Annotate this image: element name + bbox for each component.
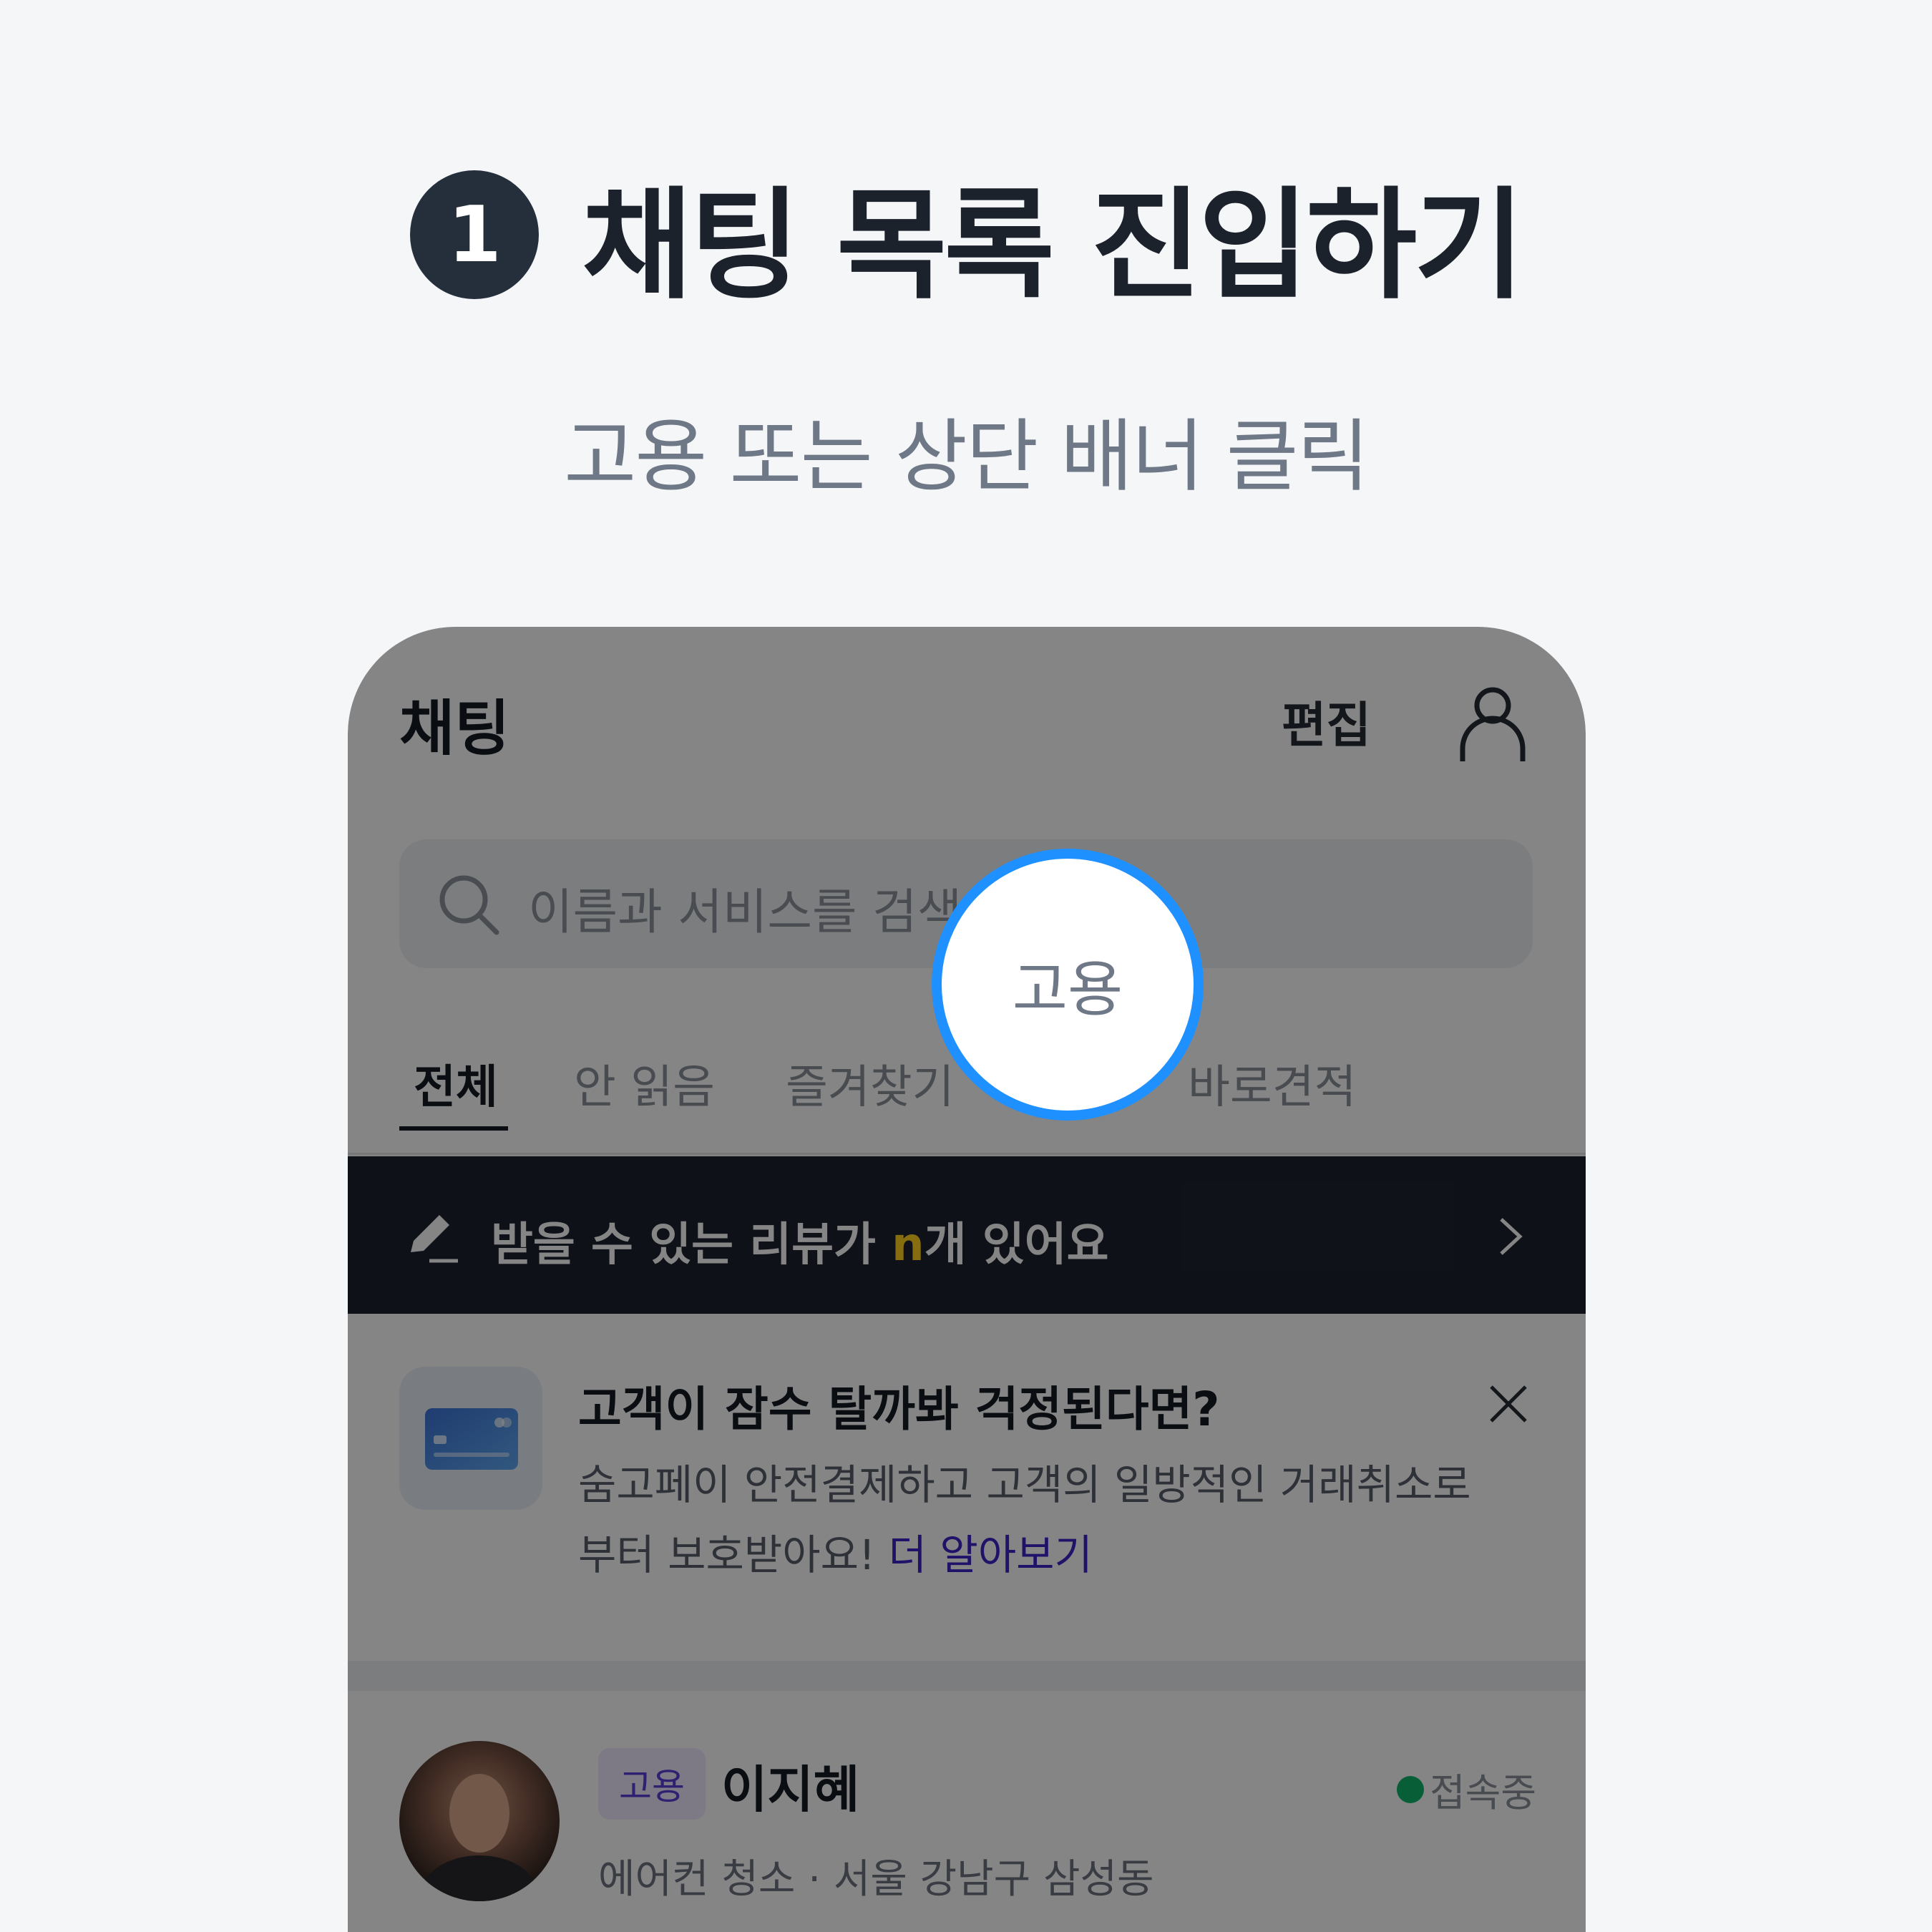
credit-card-icon <box>425 1408 518 1470</box>
promo-description: 숨고페이 안전결제하고 고객의 일방적인 거래취소로 부터 보호받아요! 더 알… <box>578 1450 1508 1590</box>
search-input[interactable]: 이름과 서비스를 검색 <box>528 872 962 943</box>
promo-card[interactable]: 고객이 잠수 탈까봐 걱정된다면? 숨고페이 안전결제하고 고객의 일방적인 거… <box>348 1314 1586 1636</box>
review-count: n <box>892 1219 924 1272</box>
online-dot-icon <box>1397 1775 1424 1803</box>
section-divider <box>348 1661 1586 1691</box>
step-heading: 1 채팅 목록 진입하기 <box>0 163 1932 316</box>
review-banner[interactable]: 받을 수 있는 리뷰가 n개 있어요 <box>348 1156 1586 1314</box>
divider <box>348 1153 1586 1155</box>
app-header: 채팅 편집 <box>348 627 1586 799</box>
promo-thumbnail <box>399 1367 542 1510</box>
avatar-face <box>449 1774 509 1853</box>
review-text-prefix: 받을 수 있는 리뷰가 <box>491 1219 892 1272</box>
review-text-suffix: 개 있어요 <box>924 1219 1109 1272</box>
phone-screen: 채팅 편집 이름과 서비스를 검색 전체 안 읽음 즐겨찾기 바로견적 받을 수… <box>348 627 1586 1932</box>
hire-tag: 고용 <box>598 1748 706 1820</box>
tab-quick-quote[interactable]: 바로견적 <box>1188 1050 1357 1116</box>
avatar-body <box>421 1855 538 1901</box>
step-title: 채팅 목록 진입하기 <box>582 175 1524 316</box>
highlight-callout[interactable]: 고용 <box>932 849 1204 1121</box>
online-status: 접속중 <box>1397 1761 1536 1818</box>
chat-description: 에어컨 청소 · 서울 강남구 삼성동 <box>598 1856 1154 1903</box>
pencil-icon <box>411 1215 458 1263</box>
page-title: 채팅 <box>399 693 510 763</box>
promo-title: 고객이 잠수 탈까봐 걱정된다면? <box>578 1382 1220 1437</box>
avatar <box>399 1741 560 1901</box>
chat-list-item[interactable]: 고용 이지혜 접속중 에어컨 청소 · 서울 강남구 삼성동 <box>348 1691 1586 1932</box>
highlight-label: 고용 <box>1012 954 1123 1025</box>
status-text: 접속중 <box>1430 1770 1537 1815</box>
review-banner-text: 받을 수 있는 리뷰가 n개 있어요 <box>491 1208 1109 1274</box>
active-tab-indicator <box>399 1126 508 1131</box>
chevron-right-icon <box>1500 1218 1523 1255</box>
step-number-badge: 1 <box>410 170 540 299</box>
profile-icon[interactable] <box>1457 684 1528 763</box>
search-icon <box>439 875 499 935</box>
tab-all[interactable]: 전체 <box>414 1050 498 1116</box>
close-icon[interactable] <box>1487 1382 1530 1425</box>
step-subtitle: 고용 또는 상단 배너 클릭 <box>564 411 1370 502</box>
chat-name: 이지혜 <box>721 1760 860 1819</box>
tab-favorites[interactable]: 즐겨찾기 <box>786 1050 955 1116</box>
edit-button[interactable]: 편집 <box>1282 686 1371 756</box>
tab-unread[interactable]: 안 읽음 <box>574 1050 715 1116</box>
learn-more-link[interactable]: 더 알아보기 <box>889 1531 1093 1579</box>
